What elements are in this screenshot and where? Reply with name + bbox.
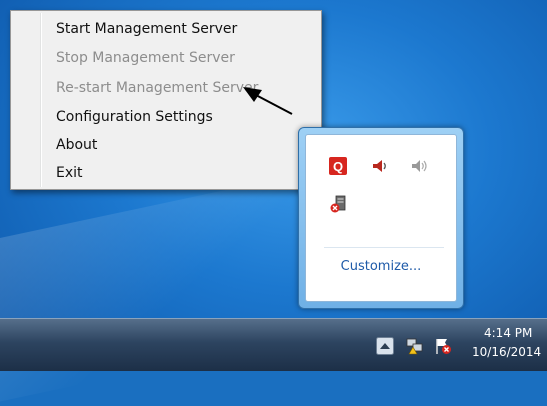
tray-overflow-flyout: Q Customize...	[298, 127, 464, 309]
speaker-red-icon[interactable]	[371, 157, 389, 175]
tray-overflow-panel: Q Customize...	[305, 134, 457, 302]
speaker-gray-icon[interactable]	[410, 157, 428, 175]
menu-item-start-server[interactable]: Start Management Server	[56, 17, 237, 41]
menu-item-restart-server: Re-start Management Server	[56, 80, 259, 96]
taskbar: 4:14 PM 10/16/2014	[0, 318, 547, 371]
menu-item-stop-server: Stop Management Server	[56, 50, 235, 66]
svg-text:Q: Q	[333, 159, 343, 174]
show-hidden-icons-icon[interactable]	[376, 337, 394, 355]
q-app-icon[interactable]: Q	[329, 157, 347, 175]
mouse-cursor-icon	[243, 87, 293, 115]
clock-date[interactable]: 10/16/2014	[472, 345, 541, 359]
menu-item-exit[interactable]: Exit	[56, 161, 83, 185]
clock-time[interactable]: 4:14 PM	[484, 326, 532, 340]
menu-item-configuration-settings[interactable]: Configuration Settings	[56, 105, 213, 129]
action-center-flag-icon[interactable]	[434, 337, 452, 355]
flyout-separator	[324, 247, 444, 248]
customize-link[interactable]: Customize...	[306, 259, 456, 274]
server-error-icon[interactable]	[330, 195, 348, 213]
menu-item-about[interactable]: About	[56, 133, 97, 157]
network-warning-icon[interactable]	[406, 337, 424, 355]
